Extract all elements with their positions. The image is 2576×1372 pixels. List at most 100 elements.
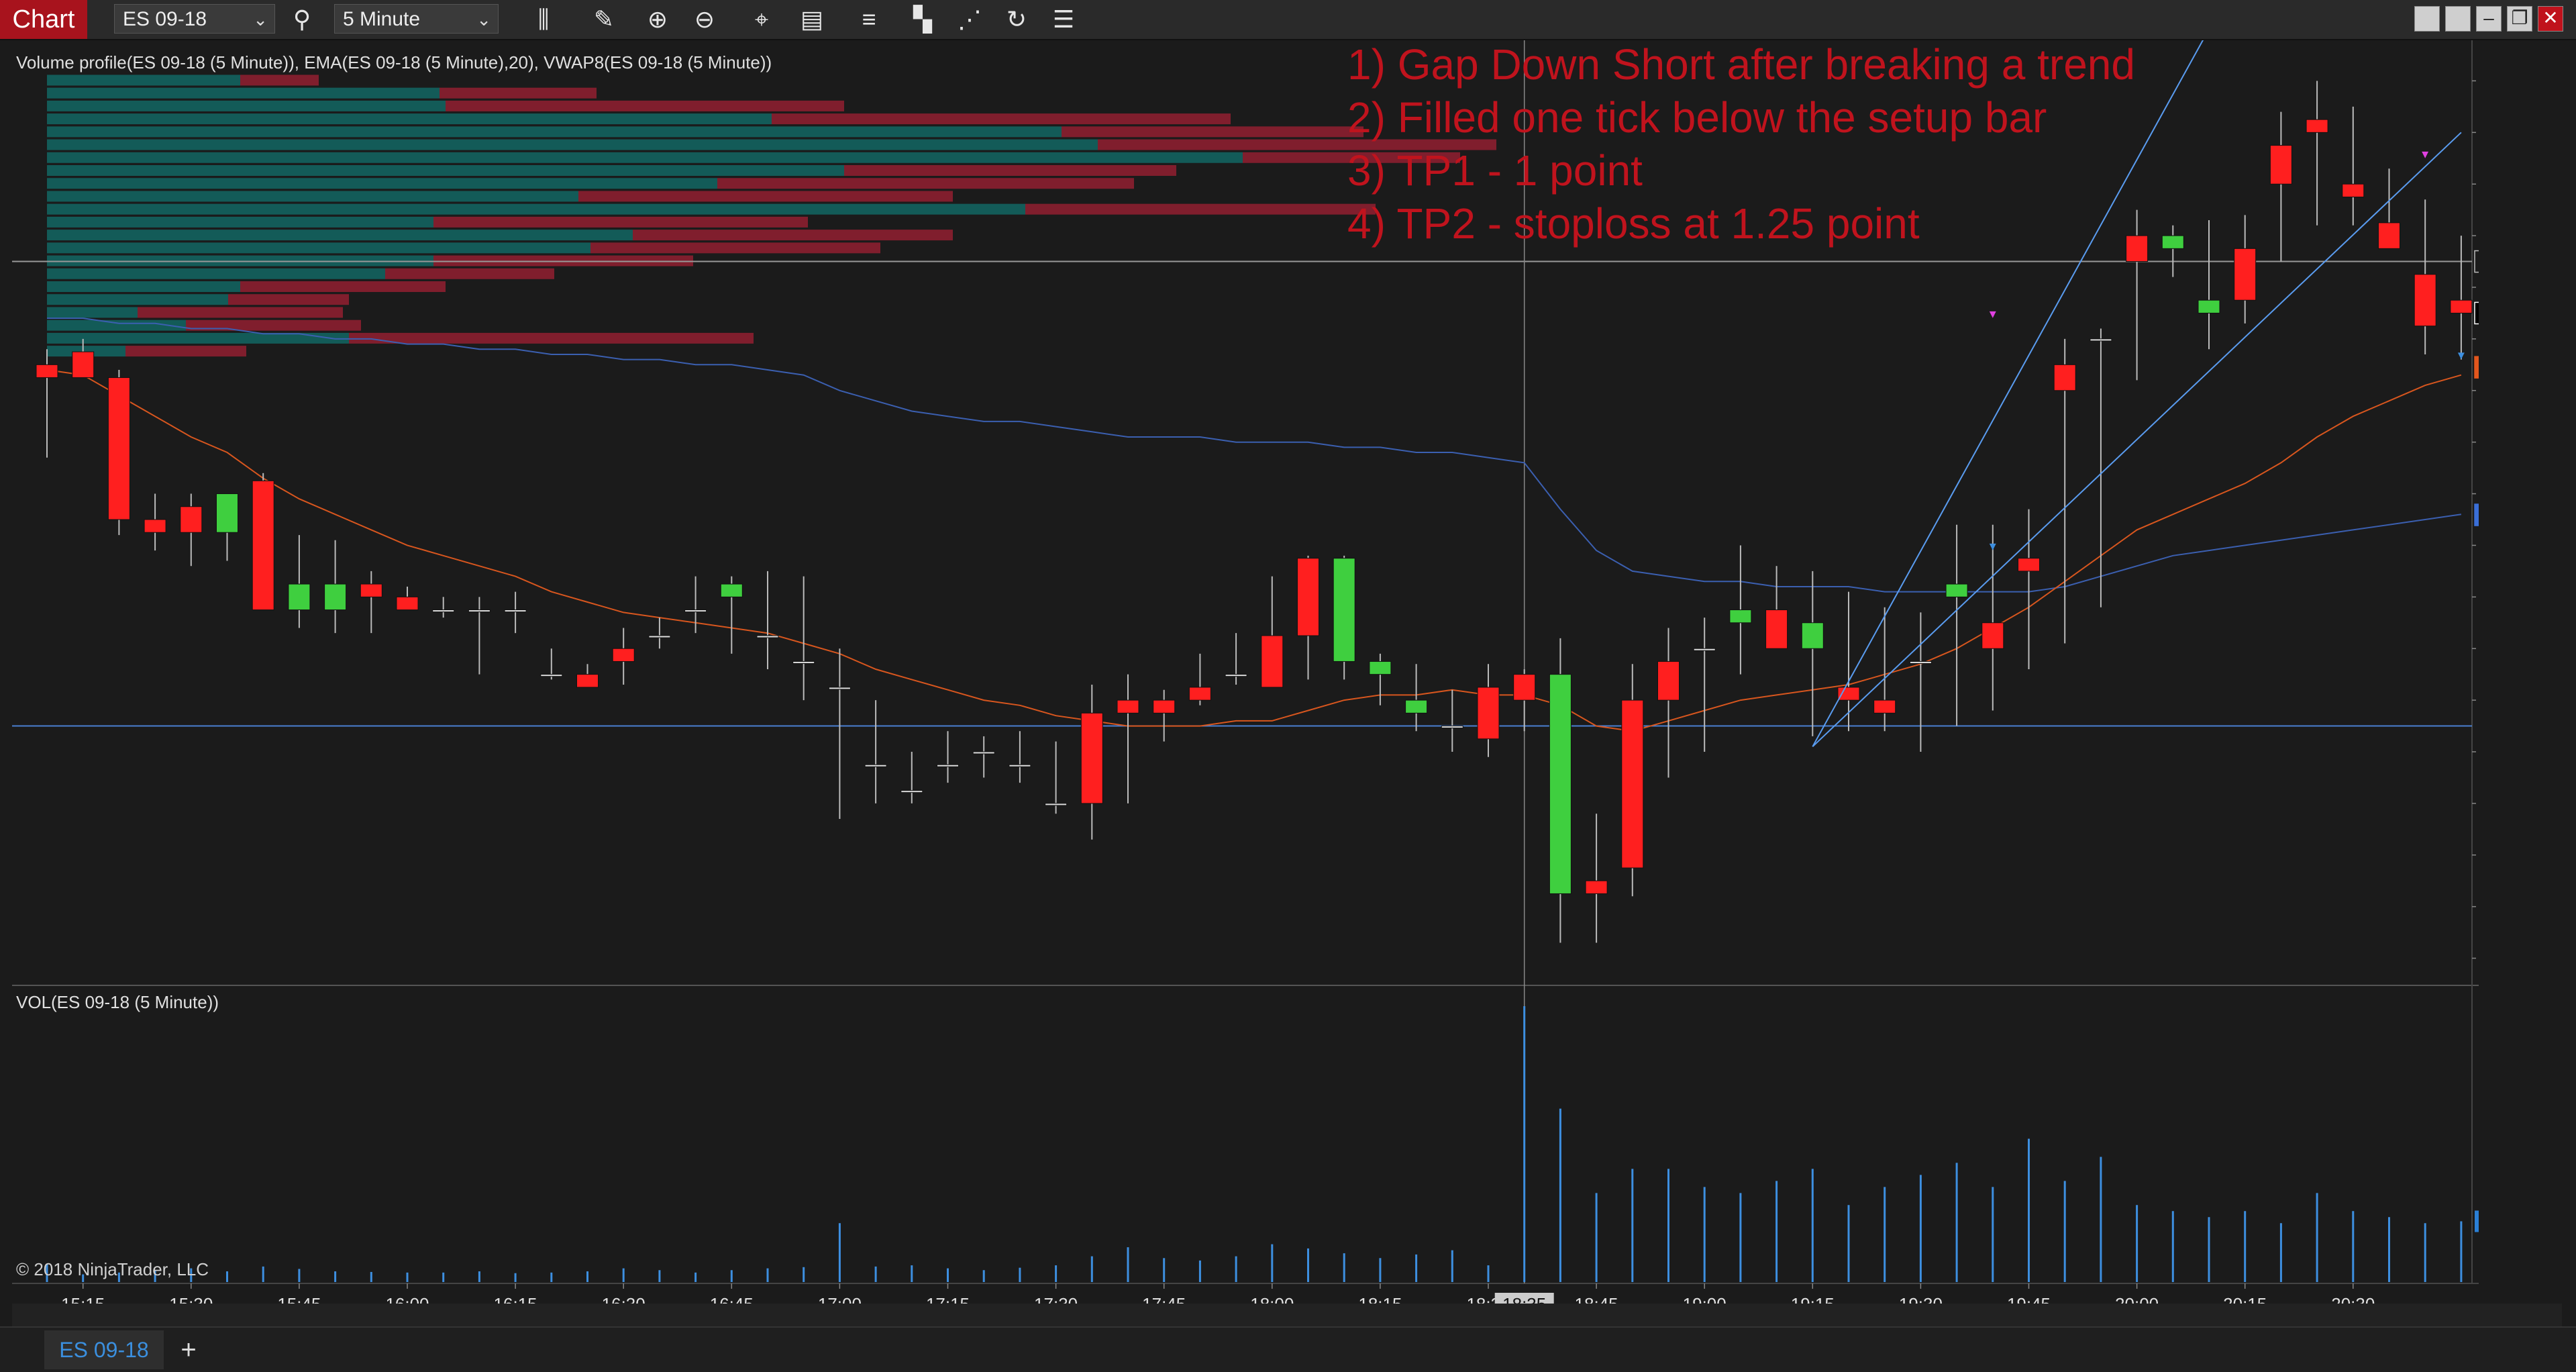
tile-icon[interactable]: [2414, 6, 2440, 32]
candle-body: [180, 506, 203, 533]
candle-body: [144, 519, 166, 533]
zoom-in-icon[interactable]: ⊕: [641, 4, 674, 35]
volume-profile-red-bar: [240, 281, 446, 292]
candle-body: [2126, 235, 2149, 262]
candle-body: [1117, 699, 1139, 714]
volume-label-box: [2475, 1210, 2479, 1232]
volume-profile-red-bar: [844, 165, 1176, 176]
candle-body: [937, 764, 959, 767]
chart-tabs-bar: ES 09-18 +: [0, 1326, 2576, 1372]
execution-marker: ▾: [2422, 147, 2428, 162]
price-label-box: [2474, 301, 2479, 325]
candle-body: [828, 687, 851, 690]
strategies-icon[interactable]: ▚: [906, 4, 939, 35]
candle-body: [1441, 726, 1463, 729]
volume-profile-red-bar: [433, 216, 808, 228]
volume-profile-red-bar: [717, 178, 1134, 189]
candle-body: [684, 609, 707, 613]
candle-body: [36, 364, 58, 379]
minimize-icon[interactable]: –: [2476, 6, 2502, 32]
candle-body: [252, 480, 274, 611]
candle-body: [216, 493, 238, 533]
candle-body: [2198, 299, 2220, 313]
candle-body: [1369, 660, 1392, 675]
candle-body: [1549, 674, 1572, 894]
volume-profile-red-bar: [446, 100, 844, 111]
volume-profile-red-bar: [385, 268, 554, 279]
candle-body: [1045, 803, 1068, 806]
candle-body: [2234, 248, 2257, 301]
trade-note: 2) Filled one tick below the setup bar: [1347, 93, 2047, 142]
add-tab-button[interactable]: +: [172, 1330, 205, 1369]
tab-es-09-18[interactable]: ES 09-18: [44, 1330, 164, 1369]
interval-value: 5 Minute: [343, 8, 421, 30]
volume-profile-red-bar: [1062, 126, 1363, 138]
candle-body: [1225, 674, 1247, 677]
volume-profile-green-bar: [47, 113, 772, 125]
volume-profile-red-bar: [633, 230, 953, 241]
candle-body: [1009, 764, 1031, 767]
candle-body: [1801, 622, 1824, 649]
candle-body: [1657, 660, 1680, 701]
bar-type-icon[interactable]: ⫼: [527, 4, 560, 35]
candle-body: [648, 635, 671, 638]
data-box-icon[interactable]: ▤: [795, 4, 829, 35]
candle-body: [864, 764, 887, 767]
candle-body: [2269, 145, 2292, 185]
candle-body: [1693, 648, 1716, 651]
search-icon[interactable]: ⚲: [285, 4, 319, 35]
candle-body: [1873, 699, 1896, 714]
volume-profile-red-bar: [440, 87, 597, 99]
candle-body: [1153, 699, 1176, 714]
drawing-tools-icon[interactable]: ⋰: [953, 4, 986, 35]
horizontal-scrollbar[interactable]: [12, 1304, 2562, 1326]
crosshair-icon[interactable]: ⌖: [745, 4, 778, 35]
candle-body: [1188, 687, 1211, 701]
zoom-out-icon[interactable]: ⊖: [688, 4, 721, 35]
candle-body: [1080, 712, 1103, 804]
pencil-icon[interactable]: ✎: [587, 4, 621, 35]
restore-icon[interactable]: ❐: [2507, 6, 2532, 32]
instrument-selector[interactable]: ES 09-18 ⌄: [114, 4, 275, 34]
volume-profile-green-bar: [47, 87, 440, 99]
volume-panel-title: VOL(ES 09-18 (5 Minute)): [16, 992, 219, 1012]
volume-profile-red-bar: [240, 75, 319, 86]
volume-profile-red-bar: [125, 346, 246, 357]
indicators-icon[interactable]: ≡: [852, 4, 886, 35]
chart-area[interactable]: ▾▾▾▾2778.002777.002776.002775.002774.002…: [12, 40, 2479, 1316]
candle-body: [1909, 660, 1932, 664]
price-label-box: [2474, 250, 2479, 273]
tile-icon[interactable]: [2445, 6, 2471, 32]
volume-profile-green-bar: [47, 216, 433, 228]
close-icon[interactable]: ✕: [2538, 6, 2563, 32]
volume-profile-green-bar: [47, 281, 240, 292]
copyright-text: © 2018 NinjaTrader, LLC: [16, 1259, 209, 1279]
volume-profile-green-bar: [47, 242, 590, 254]
properties-icon[interactable]: ☰: [1047, 4, 1080, 35]
volume-profile-green-bar: [47, 307, 138, 318]
volume-profile-green-bar: [47, 152, 1243, 163]
price-volume-chart[interactable]: ▾▾▾▾2778.002777.002776.002775.002774.002…: [12, 40, 2479, 1316]
candle-body: [2161, 235, 2184, 249]
candle-body: [540, 674, 563, 677]
candle-body: [72, 351, 95, 379]
trade-note: 3) TP1 - 1 point: [1347, 146, 1643, 195]
volume-profile-green-bar: [47, 268, 385, 279]
candle-body: [1333, 558, 1355, 662]
candle-body: [1981, 622, 2004, 649]
candle-body: [432, 609, 455, 613]
chart-title-tab[interactable]: Chart: [0, 0, 87, 39]
price-label-box: [2474, 356, 2479, 379]
volume-profile-red-bar: [349, 332, 754, 344]
execution-marker: ▾: [1990, 307, 1996, 322]
candle-body: [792, 660, 815, 664]
candle-body: [2378, 222, 2400, 249]
candle-body: [1729, 609, 1752, 624]
volume-panel-bg: [12, 987, 2472, 1283]
candle-body: [324, 583, 347, 611]
refresh-icon[interactable]: ↻: [1000, 4, 1033, 35]
volume-profile-green-bar: [47, 165, 844, 176]
candle-body: [756, 635, 779, 638]
candle-body: [2342, 183, 2365, 197]
interval-selector[interactable]: 5 Minute ⌄: [334, 4, 499, 34]
